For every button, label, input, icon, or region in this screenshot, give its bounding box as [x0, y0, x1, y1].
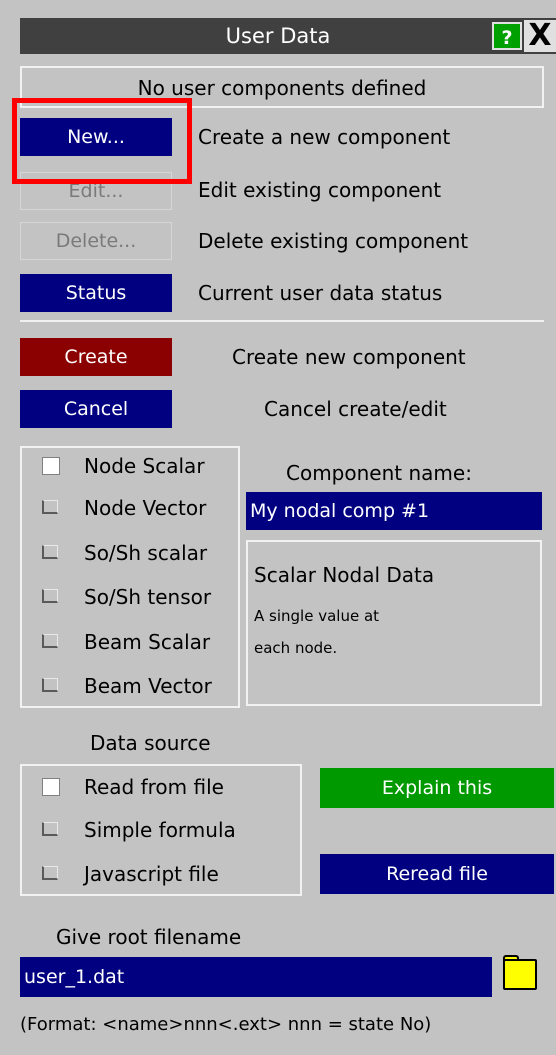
help-button[interactable]: ? — [492, 22, 522, 50]
sosh-tensor-checkbox[interactable] — [42, 589, 58, 603]
component-name-label: Component name: — [286, 461, 472, 485]
read-from-file-label: Read from file — [84, 775, 224, 799]
delete-button[interactable]: Delete... — [20, 222, 172, 260]
simple-formula-label: Simple formula — [84, 818, 236, 842]
highlight-box — [12, 98, 192, 184]
beam-vector-label: Beam Vector — [84, 674, 212, 698]
status-description: Current user data status — [198, 281, 443, 305]
cancel-description: Cancel create/edit — [264, 397, 447, 421]
cancel-button[interactable]: Cancel — [20, 390, 172, 428]
component-type-group — [20, 446, 240, 708]
create-description: Create new component — [232, 345, 466, 369]
description-title: Scalar Nodal Data — [254, 563, 435, 587]
delete-description: Delete existing component — [198, 229, 469, 253]
root-filename-label: Give root filename — [56, 925, 242, 949]
filename-input[interactable]: user_1.dat — [20, 957, 492, 997]
window-title: User Data — [225, 24, 331, 48]
node-scalar-label: Node Scalar — [84, 454, 205, 478]
beam-scalar-checkbox[interactable] — [42, 634, 58, 648]
javascript-file-label: Javascript file — [84, 862, 219, 886]
explain-this-button[interactable]: Explain this — [320, 768, 554, 808]
javascript-file-checkbox[interactable] — [42, 866, 58, 880]
sosh-tensor-label: So/Sh tensor — [84, 585, 212, 609]
simple-formula-checkbox[interactable] — [42, 822, 58, 836]
node-vector-label: Node Vector — [84, 496, 207, 520]
separator — [20, 320, 544, 322]
beam-vector-checkbox[interactable] — [42, 678, 58, 692]
component-name-field[interactable]: My nodal comp #1 — [246, 492, 542, 530]
description-line-1: A single value at — [254, 607, 380, 625]
title-bar: User Data — [20, 18, 556, 54]
beam-scalar-label: Beam Scalar — [84, 630, 211, 654]
data-source-label: Data source — [90, 731, 211, 755]
edit-description: Edit existing component — [198, 178, 442, 202]
sosh-scalar-checkbox[interactable] — [42, 545, 58, 559]
format-hint: (Format: <name>nnn<.ext> nnn = state No) — [20, 1014, 432, 1035]
folder-icon[interactable] — [503, 959, 537, 990]
close-button[interactable]: X — [524, 20, 556, 52]
node-vector-checkbox[interactable] — [42, 500, 58, 514]
description-line-2: each node. — [254, 639, 338, 657]
read-from-file-checkbox[interactable] — [42, 778, 60, 796]
create-button[interactable]: Create — [20, 338, 172, 376]
node-scalar-checkbox[interactable] — [42, 457, 60, 475]
new-description: Create a new component — [198, 125, 451, 149]
status-button[interactable]: Status — [20, 274, 172, 312]
reread-file-button[interactable]: Reread file — [320, 854, 554, 894]
sosh-scalar-label: So/Sh scalar — [84, 541, 208, 565]
